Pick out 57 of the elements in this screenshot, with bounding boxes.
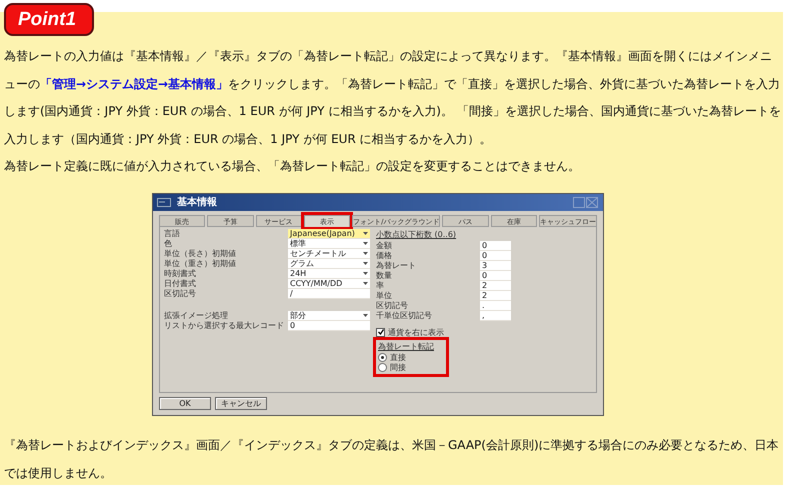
input-field[interactable]: / [288, 288, 370, 299]
currency-right-checkbox[interactable]: 通貨を右に表示 [376, 326, 511, 338]
dropdown-arrow-icon[interactable] [363, 262, 368, 265]
field-label: 区切記号 [376, 300, 409, 312]
input-field[interactable]: , [480, 310, 511, 321]
dialog-button[interactable]: OK [159, 396, 211, 410]
dropdown-arrow-icon[interactable] [363, 232, 368, 235]
input-field[interactable]: 0 [480, 240, 511, 251]
dropdown-field[interactable]: 標準 [288, 238, 370, 249]
dropdown-field[interactable]: グラム [288, 258, 370, 269]
dialog-button[interactable]: キャンセル [215, 396, 267, 410]
dropdown-arrow-icon[interactable] [363, 314, 368, 317]
field-label: 価格 [376, 250, 393, 262]
check-icon [378, 329, 384, 336]
field-label: 単位 [376, 290, 393, 302]
window-title: 基本情報 [177, 196, 217, 210]
dropdown-field[interactable]: CCYY/MM/DD [288, 278, 370, 289]
field-label: 時刻書式 [164, 268, 197, 280]
dropdown-field[interactable]: 部分 [288, 310, 370, 321]
input-field[interactable]: 0 [480, 250, 511, 261]
field-label: 数量 [376, 270, 393, 282]
section-title: 小数点以下桁数 (0..6) [376, 228, 458, 241]
field-label: 率 [376, 280, 385, 292]
field-label: 為替レート [376, 260, 417, 272]
paragraph: 為替レート定義に既に値が入力されている場合、「為替レート転記」の設定を変更することはできません。 [4, 158, 581, 176]
dropdown-arrow-icon[interactable] [363, 252, 368, 255]
radio-option[interactable]: 直接 [378, 352, 444, 363]
radio-dot-icon [381, 356, 384, 360]
input-field[interactable]: 2 [480, 280, 511, 291]
field-label: 日付書式 [164, 278, 197, 290]
window-icon [157, 198, 171, 207]
dropdown-field[interactable]: Japanese(Japan) [288, 228, 370, 239]
input-field[interactable]: . [480, 300, 511, 311]
field-label: 区切記号 [164, 288, 197, 300]
dropdown-arrow-icon[interactable] [363, 282, 368, 285]
paragraph: 為替レートの入力値は『基本情報』／『表示』タブの「為替レート転記」の設定によって異なります。『基本情報』画面を開くにはメインメニューの「管理→システム設定→基本情報」をクリックします。「為替レート転記」で「直接」を選択した場合、外貨に基づいた為替レートを入力します(国内通貨：JPY 外貨：EUR の場合、1 EUR が何 JPY に相当するかを入力)。 「間接」を選択した場合、国内通貨に基づいた為替レートを入力します（国内通貨：JPY 外貨：EUR の場合、1 JPY が何 EUR に相当するかを入力）。 [4, 48, 782, 148]
dropdown-arrow-icon[interactable] [363, 272, 368, 275]
input-field[interactable]: 0 [288, 320, 370, 331]
field-label: リストから選択する最大レコード [164, 320, 285, 332]
dropdown-field[interactable]: 24H [288, 268, 370, 279]
field-label: 金額 [376, 240, 393, 252]
field-label: 拡張イメージ処理 [164, 310, 229, 322]
paragraph: 『為替レートおよびインデックス』画面／『インデックス』タブの定義は、米国－GAAP(会計原則)に準拠する場合にのみ必要となるため、日本では使用しません。 [4, 436, 780, 482]
field-label: 千単位区切記号 [376, 310, 433, 322]
radio-option[interactable]: 間接 [378, 362, 444, 373]
group-title: 為替レート転記 [378, 340, 435, 353]
input-field[interactable]: 2 [480, 290, 511, 301]
input-field[interactable]: 3 [480, 260, 511, 271]
point-badge: Point1 [4, 3, 94, 36]
menu-path-link[interactable]: 「管理→システム設定→基本情報」 [40, 76, 228, 91]
field-label: 色 [164, 238, 173, 250]
field-label: 単位（重さ）初期値 [164, 258, 237, 270]
dropdown-arrow-icon[interactable] [363, 242, 368, 245]
dropdown-field[interactable]: センチメートル [288, 248, 370, 259]
field-label: 単位（長さ）初期値 [164, 248, 237, 259]
input-field[interactable]: 0 [480, 270, 511, 281]
field-label: 言語 [164, 228, 181, 240]
